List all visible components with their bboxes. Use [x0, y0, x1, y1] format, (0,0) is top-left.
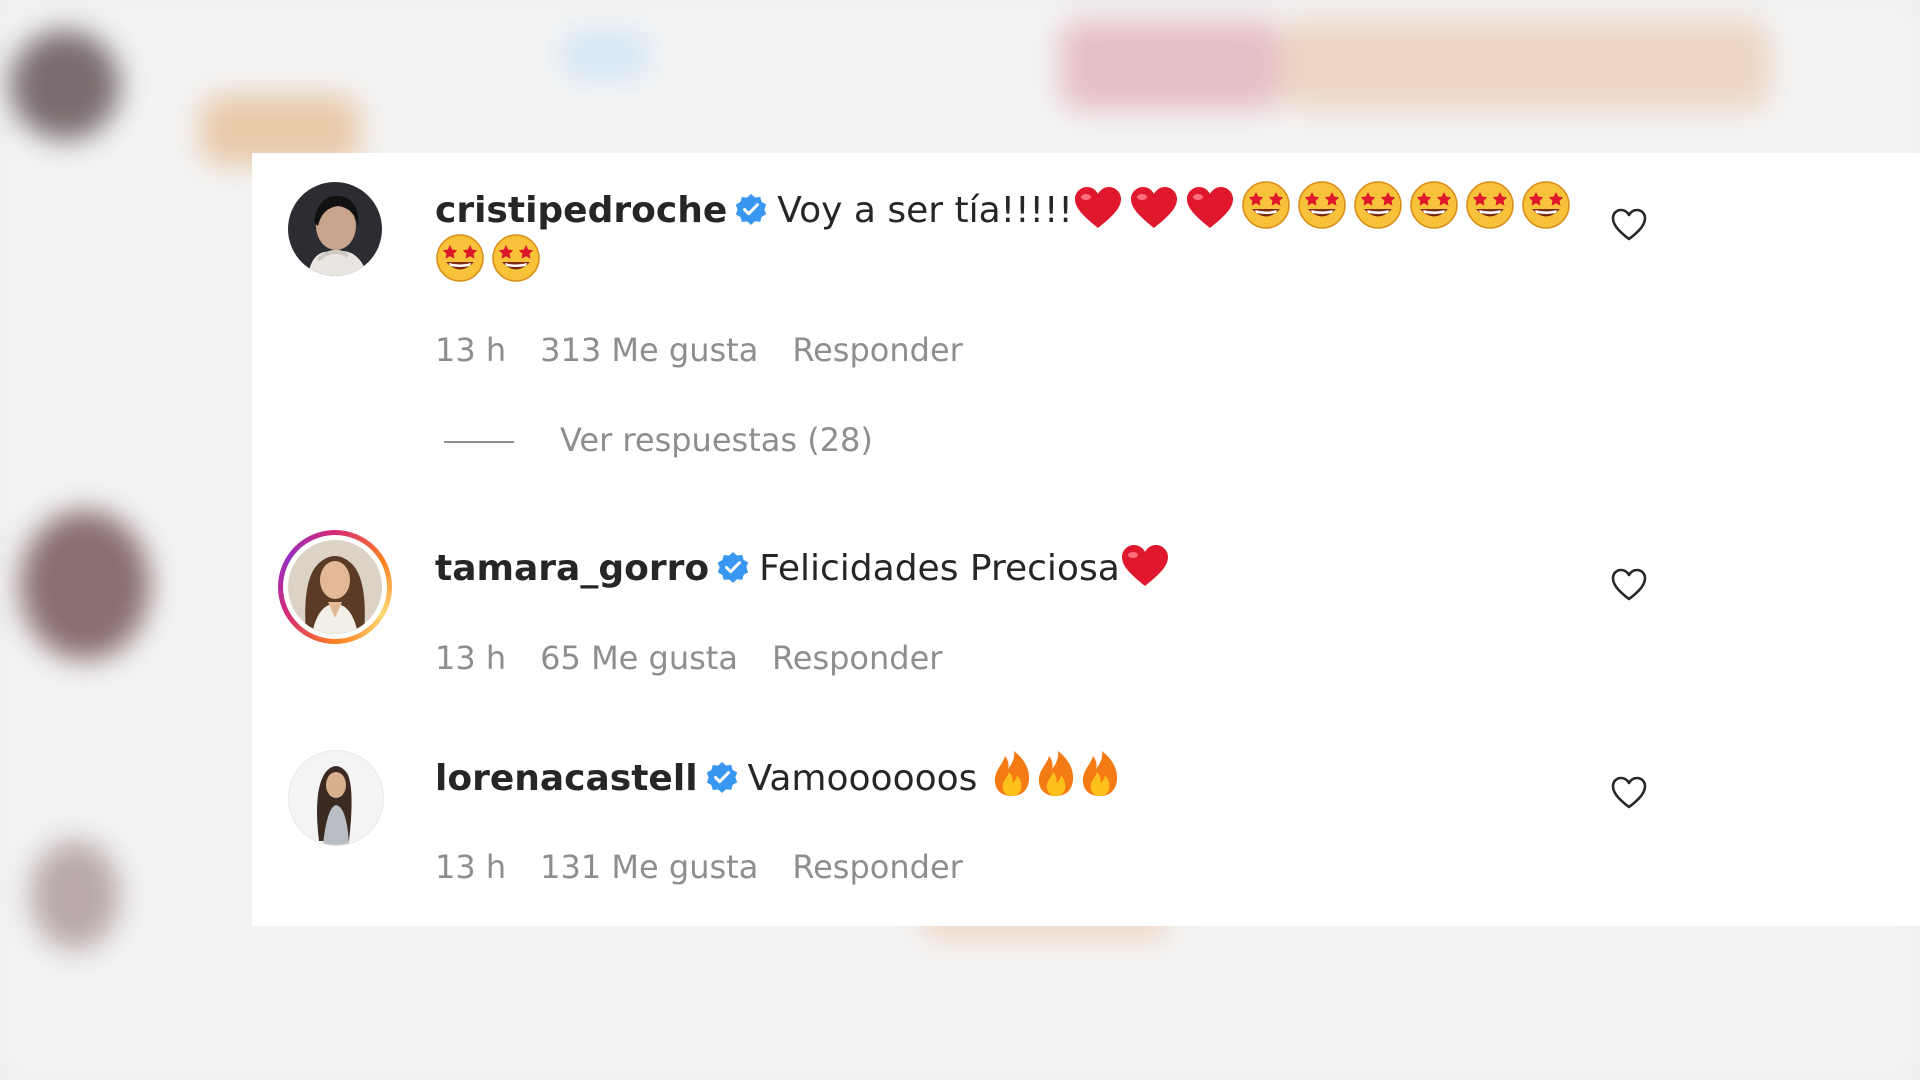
fire-emoji-icon — [1035, 750, 1077, 798]
heart-emoji-icon — [1073, 186, 1123, 230]
comments-panel: cristipedroche Voy a ser tía!!!!! 13 h 313… — [252, 153, 1920, 926]
like-heart-icon[interactable] — [1609, 205, 1649, 245]
likes-count-link[interactable]: 131 Me gusta — [540, 848, 758, 886]
comment-text-line: cristipedroche Voy a ser tía!!!!! — [435, 180, 1577, 238]
verified-badge-icon — [706, 755, 738, 793]
star-eyes-emoji-icon — [1353, 180, 1403, 230]
view-replies-label[interactable]: Ver respuestas (28) — [560, 421, 873, 459]
comment-text: Felicidades Preciosa — [759, 548, 1120, 589]
heart-emoji-icon — [1129, 186, 1179, 230]
comment-text-line-2 — [435, 233, 547, 291]
username[interactable]: tamara_gorro — [435, 548, 709, 589]
star-eyes-emoji-icon — [1241, 180, 1291, 230]
star-eyes-emoji-icon — [1297, 180, 1347, 230]
avatar[interactable] — [288, 750, 384, 846]
star-eyes-emoji-icon — [435, 233, 485, 283]
heart-emoji-icon — [1185, 186, 1235, 230]
comment-meta: 13 h 65 Me gusta Responder — [435, 639, 976, 677]
avatar[interactable] — [288, 182, 382, 276]
username[interactable]: cristipedroche — [435, 190, 727, 231]
comment-text: Voy a ser tía!!!!! — [777, 190, 1073, 231]
comment-meta: 13 h 313 Me gusta Responder — [435, 331, 997, 369]
username[interactable]: lorenacastell — [435, 758, 698, 799]
reply-button[interactable]: Responder — [792, 331, 962, 369]
comment-text-line: lorenacastell Vamoooooos — [435, 750, 1127, 806]
reply-button[interactable]: Responder — [792, 848, 962, 886]
likes-count-link[interactable]: 313 Me gusta — [540, 331, 758, 369]
star-eyes-emoji-icon — [491, 233, 541, 283]
avatar — [288, 540, 382, 634]
star-eyes-emoji-icon — [1521, 180, 1571, 230]
star-eyes-emoji-icon — [1409, 180, 1459, 230]
star-eyes-emoji-icon — [1465, 180, 1515, 230]
comment-text-line: tamara_gorro Felicidades Preciosa — [435, 542, 1176, 596]
comment-time: 13 h — [435, 848, 507, 886]
avatar-story-ring[interactable] — [278, 530, 392, 644]
comment-text: Vamoooooos — [747, 758, 978, 799]
fire-emoji-icon — [991, 750, 1033, 798]
replies-divider — [444, 441, 514, 443]
like-heart-icon[interactable] — [1609, 565, 1649, 605]
comment-time: 13 h — [435, 331, 507, 369]
heart-emoji-icon — [1120, 544, 1170, 588]
verified-badge-icon — [717, 545, 749, 583]
reply-button[interactable]: Responder — [772, 639, 942, 677]
view-replies-button[interactable]: Ver respuestas (28) — [444, 421, 873, 459]
likes-count-link[interactable]: 65 Me gusta — [540, 639, 738, 677]
like-heart-icon[interactable] — [1609, 773, 1649, 813]
comment-time: 13 h — [435, 639, 507, 677]
verified-badge-icon — [735, 187, 767, 225]
fire-emoji-icon — [1079, 750, 1121, 798]
comment-meta: 13 h 131 Me gusta Responder — [435, 848, 997, 886]
